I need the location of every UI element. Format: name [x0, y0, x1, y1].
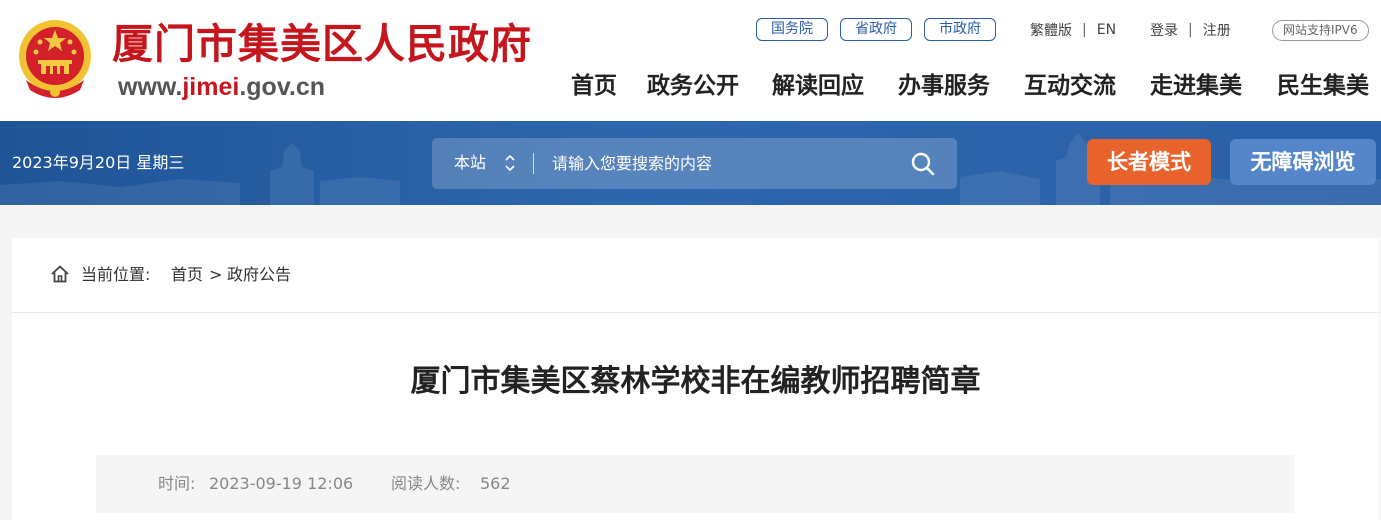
- breadcrumb-current-link[interactable]: 政府公告: [227, 263, 291, 287]
- breadcrumb: 当前位置: 首页 > 政府公告: [12, 238, 1379, 313]
- article-meta: 时间: 2023-09-19 12:06 阅读人数: 562: [96, 455, 1294, 513]
- search-icon[interactable]: [910, 151, 936, 177]
- scope-arrows-icon[interactable]: [504, 152, 516, 174]
- english-link[interactable]: EN: [1097, 22, 1116, 38]
- login-link[interactable]: 登录: [1150, 20, 1178, 40]
- nav-item-home[interactable]: 首页: [571, 66, 617, 106]
- nav-item-livelihood[interactable]: 民生集美: [1277, 66, 1369, 106]
- content-panel: 当前位置: 首页 > 政府公告 厦门市集美区蔡林学校非在编教师招聘简章 时间: …: [12, 238, 1379, 520]
- accessibility-button[interactable]: 无障碍浏览: [1230, 139, 1376, 185]
- breadcrumb-separator: >: [209, 265, 223, 284]
- breadcrumb-label: 当前位置:: [81, 265, 151, 284]
- breadcrumb-home-link[interactable]: 首页: [171, 263, 203, 287]
- publish-time-label: 时间:: [158, 474, 196, 493]
- search-scope-select[interactable]: 本站: [454, 151, 486, 175]
- gov-links: 国务院 省政府 市政府: [756, 18, 996, 41]
- nav-item-about-jimei[interactable]: 走进集美: [1150, 66, 1242, 106]
- util-separator: |: [1082, 21, 1087, 38]
- nav-item-government-affairs[interactable]: 政务公开: [647, 66, 739, 106]
- gov-link-city[interactable]: 市政府: [924, 18, 996, 41]
- util-separator: |: [1188, 21, 1193, 38]
- traditional-chinese-link[interactable]: 繁體版: [1030, 20, 1072, 40]
- ipv6-badge: 网站支持IPV6: [1272, 20, 1369, 41]
- search-divider: [533, 153, 534, 174]
- main-nav: 首页 政务公开 解读回应 办事服务 互动交流 走进集美 民生集美: [0, 66, 1381, 106]
- search-input[interactable]: [552, 150, 892, 177]
- gov-link-state-council[interactable]: 国务院: [756, 18, 828, 41]
- utility-links: 繁體版 | EN 登录 | 注册: [1030, 18, 1231, 41]
- view-count-label: 阅读人数:: [391, 474, 461, 493]
- nav-item-interpretation[interactable]: 解读回应: [772, 66, 864, 106]
- article-title: 厦门市集美区蔡林学校非在编教师招聘简章: [410, 364, 981, 399]
- current-date: 2023年9月20日 星期三: [12, 153, 185, 172]
- search-box: 本站: [432, 138, 957, 189]
- publish-time-value: 2023-09-19 12:06: [209, 474, 354, 493]
- nav-item-services[interactable]: 办事服务: [898, 66, 990, 106]
- elder-mode-button[interactable]: 长者模式: [1087, 139, 1211, 185]
- nav-item-interaction[interactable]: 互动交流: [1024, 66, 1116, 106]
- site-header: 厦门市集美区人民政府 www.jimei.gov.cn 国务院 省政府 市政府 …: [0, 0, 1381, 121]
- register-link[interactable]: 注册: [1203, 20, 1231, 40]
- gov-link-province[interactable]: 省政府: [840, 18, 912, 41]
- site-title[interactable]: 厦门市集美区人民政府: [112, 18, 532, 70]
- banner-bar: 2023年9月20日 星期三 本站 长者模式 无障碍浏览: [0, 121, 1381, 205]
- home-icon: [51, 265, 69, 283]
- view-count-value: 562: [480, 474, 511, 493]
